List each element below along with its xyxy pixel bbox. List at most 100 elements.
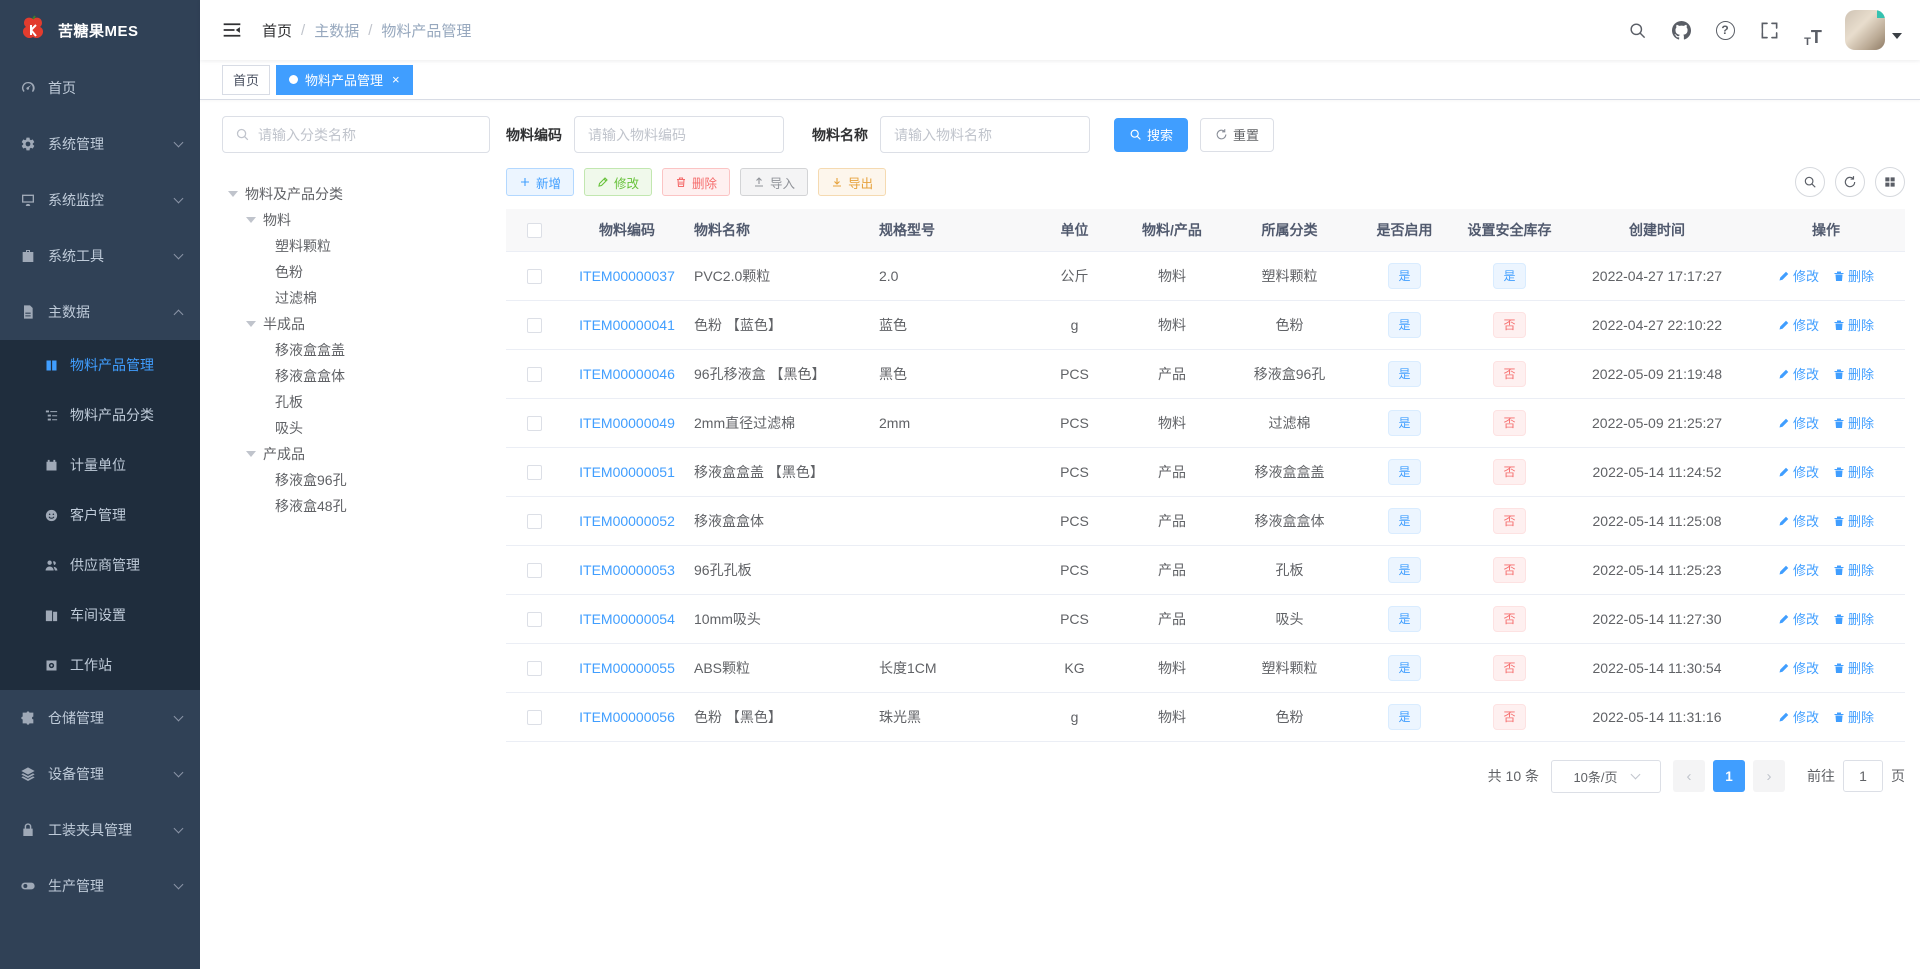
sidebar-item-measure-unit[interactable]: 计量单位 — [0, 440, 200, 490]
export-button[interactable]: 导出 — [818, 168, 887, 196]
row-checkbox[interactable] — [526, 415, 542, 431]
category-search-input[interactable] — [258, 126, 477, 143]
item-code-link[interactable]: ITEM00000037 — [579, 268, 675, 284]
edit-row-button[interactable]: 修改 — [1778, 609, 1819, 628]
breadcrumb-home[interactable]: 首页 — [262, 20, 292, 41]
sidebar-item-system-monitor[interactable]: 系统监控 — [0, 172, 200, 228]
tree-node-group[interactable]: 物料 — [222, 207, 490, 233]
item-code-link[interactable]: ITEM00000046 — [579, 366, 675, 382]
sidebar-item-fixture-management[interactable]: 工装夹具管理 — [0, 802, 200, 858]
tree-node-group[interactable]: 半成品 — [222, 311, 490, 337]
page-size-select[interactable]: 10条/页 — [1551, 759, 1661, 793]
sidebar-item-production-management[interactable]: 生产管理 — [0, 858, 200, 914]
delete-row-button[interactable]: 删除 — [1833, 511, 1874, 530]
tree-node-leaf[interactable]: 吸头 — [222, 415, 490, 441]
tree-node-leaf[interactable]: 移液盒盒体 — [222, 363, 490, 389]
row-checkbox[interactable] — [526, 611, 542, 627]
tab-material-product-management[interactable]: 物料产品管理 × — [276, 64, 413, 95]
column-settings-button[interactable] — [1875, 167, 1905, 197]
item-code-link[interactable]: ITEM00000049 — [579, 415, 675, 431]
item-code-link[interactable]: ITEM00000053 — [579, 562, 675, 578]
add-button[interactable]: 新增 — [506, 168, 575, 196]
row-checkbox[interactable] — [526, 268, 542, 284]
tab-home[interactable]: 首页 — [222, 64, 271, 95]
goto-page-input[interactable] — [1843, 760, 1883, 792]
row-checkbox[interactable] — [526, 317, 542, 333]
delete-row-button[interactable]: 删除 — [1833, 560, 1874, 579]
breadcrumb-master-data[interactable]: 主数据 — [314, 20, 359, 41]
sidebar-item-system-management[interactable]: 系统管理 — [0, 116, 200, 172]
edit-row-button[interactable]: 修改 — [1778, 364, 1819, 383]
row-checkbox[interactable] — [526, 513, 542, 529]
row-checkbox[interactable] — [526, 660, 542, 676]
next-page-button[interactable]: › — [1753, 760, 1785, 792]
edit-row-button[interactable]: 修改 — [1778, 707, 1819, 726]
item-code-link[interactable]: ITEM00000051 — [579, 464, 675, 480]
edit-row-button[interactable]: 修改 — [1778, 511, 1819, 530]
tree-node-leaf[interactable]: 塑料颗粒 — [222, 233, 490, 259]
item-code-link[interactable]: ITEM00000055 — [579, 660, 675, 676]
font-size-icon[interactable]: TT — [1795, 12, 1831, 48]
sidebar-item-master-data[interactable]: 主数据 — [0, 284, 200, 340]
import-button[interactable]: 导入 — [740, 168, 809, 196]
delete-row-button[interactable]: 删除 — [1833, 413, 1874, 432]
edit-row-button[interactable]: 修改 — [1778, 560, 1819, 579]
edit-row-button[interactable]: 修改 — [1778, 315, 1819, 334]
tree-node-leaf[interactable]: 移液盒48孔 — [222, 493, 490, 519]
sidebar-item-system-tools[interactable]: 系统工具 — [0, 228, 200, 284]
sidebar-item-material-product-management[interactable]: 物料产品管理 — [0, 340, 200, 390]
help-icon[interactable]: ? — [1707, 12, 1743, 48]
material-code-input[interactable] — [574, 116, 784, 153]
reset-button[interactable]: 重置 — [1200, 117, 1275, 152]
fullscreen-icon[interactable] — [1751, 12, 1787, 48]
sidebar-item-equipment-management[interactable]: 设备管理 — [0, 746, 200, 802]
sidebar-item-customer-management[interactable]: 客户管理 — [0, 490, 200, 540]
sidebar-item-warehouse-management[interactable]: 仓储管理 — [0, 690, 200, 746]
edit-button[interactable]: 修改 — [584, 168, 653, 196]
select-all-checkbox[interactable] — [526, 223, 542, 239]
tree-node-leaf[interactable]: 孔板 — [222, 389, 490, 415]
prev-page-button[interactable]: ‹ — [1673, 760, 1705, 792]
user-menu[interactable] — [1845, 10, 1902, 50]
material-name-input[interactable] — [880, 116, 1090, 153]
edit-row-button[interactable]: 修改 — [1778, 462, 1819, 481]
delete-row-button[interactable]: 删除 — [1833, 364, 1874, 383]
delete-row-button[interactable]: 删除 — [1833, 315, 1874, 334]
close-icon[interactable]: × — [392, 73, 400, 86]
row-checkbox[interactable] — [526, 464, 542, 480]
item-code-link[interactable]: ITEM00000054 — [579, 611, 675, 627]
edit-row-button[interactable]: 修改 — [1778, 266, 1819, 285]
edit-row-button[interactable]: 修改 — [1778, 413, 1819, 432]
github-icon[interactable] — [1663, 12, 1699, 48]
sidebar-item-workstation[interactable]: 工作站 — [0, 640, 200, 690]
sidebar-collapse-button[interactable] — [222, 19, 244, 41]
delete-button[interactable]: 删除 — [662, 168, 731, 196]
current-page[interactable]: 1 — [1713, 760, 1745, 792]
tree-node-group[interactable]: 产成品 — [222, 441, 490, 467]
toggle-search-button[interactable] — [1795, 167, 1825, 197]
sidebar-item-workshop-settings[interactable]: 车间设置 — [0, 590, 200, 640]
tree-node-root[interactable]: 物料及产品分类 — [222, 181, 490, 207]
row-checkbox[interactable] — [526, 366, 542, 382]
refresh-button[interactable] — [1835, 167, 1865, 197]
tree-node-leaf[interactable]: 移液盒96孔 — [222, 467, 490, 493]
search-button[interactable]: 搜索 — [1114, 117, 1189, 152]
tree-node-leaf[interactable]: 过滤棉 — [222, 285, 490, 311]
delete-row-button[interactable]: 删除 — [1833, 266, 1874, 285]
row-checkbox[interactable] — [526, 709, 542, 725]
item-code-link[interactable]: ITEM00000052 — [579, 513, 675, 529]
row-checkbox[interactable] — [526, 562, 542, 578]
delete-row-button[interactable]: 删除 — [1833, 707, 1874, 726]
logo[interactable]: 苦糖果MES — [0, 0, 200, 60]
tree-node-leaf[interactable]: 色粉 — [222, 259, 490, 285]
tree-node-leaf[interactable]: 移液盒盒盖 — [222, 337, 490, 363]
sidebar-item-home[interactable]: 首页 — [0, 60, 200, 116]
sidebar-item-material-product-category[interactable]: 物料产品分类 — [0, 390, 200, 440]
item-code-link[interactable]: ITEM00000041 — [579, 317, 675, 333]
header-search-icon[interactable] — [1619, 12, 1655, 48]
sidebar-item-supplier-management[interactable]: 供应商管理 — [0, 540, 200, 590]
avatar[interactable] — [1845, 10, 1885, 50]
edit-row-button[interactable]: 修改 — [1778, 658, 1819, 677]
delete-row-button[interactable]: 删除 — [1833, 609, 1874, 628]
delete-row-button[interactable]: 删除 — [1833, 658, 1874, 677]
